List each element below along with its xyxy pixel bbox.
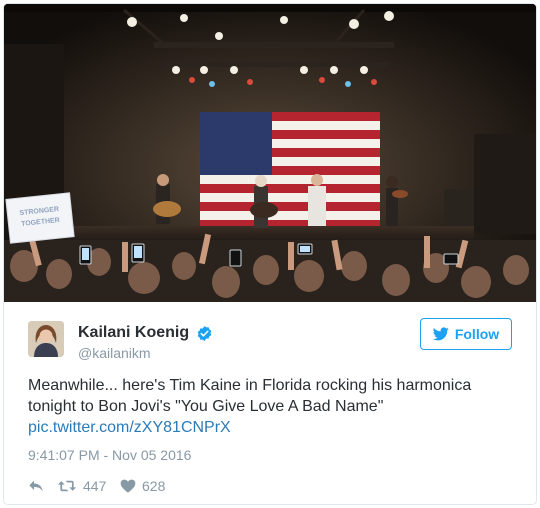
concert-photo-illustration: STRONGER TOGETHER [4, 4, 536, 302]
reply-button[interactable] [28, 476, 44, 496]
follow-button[interactable]: Follow [420, 318, 512, 350]
heart-icon [120, 479, 136, 493]
tweet-photo[interactable]: STRONGER TOGETHER [4, 4, 536, 302]
tweet-text: Meanwhile... here's Tim Kaine in Florida… [28, 375, 518, 417]
twitter-bird-icon [432, 327, 449, 341]
tweet-text-line: Meanwhile... here's Tim Kaine in Florida… [28, 377, 472, 394]
tweet-media-link[interactable]: pic.twitter.com/zXY81CNPrX [28, 419, 231, 437]
avatar[interactable] [28, 321, 64, 357]
author-handle[interactable]: @kailanikm [78, 345, 151, 361]
campaign-sign: STRONGER TOGETHER [5, 192, 75, 244]
verified-badge-icon [197, 326, 212, 341]
follow-label: Follow [454, 326, 500, 342]
tweet-timestamp[interactable]: 9:41:07 PM - Nov 05 2016 [28, 447, 191, 463]
tweet-text-line: tonight to Bon Jovi's "You Give Love A B… [28, 398, 384, 415]
flag-illustration [200, 112, 380, 230]
author-name[interactable]: Kailani Koenig [78, 324, 189, 342]
reply-icon [29, 480, 43, 492]
like-button[interactable]: 628 [120, 476, 165, 496]
avatar-illustration [28, 321, 64, 357]
retweet-count: 447 [83, 478, 107, 494]
crowd-illustration [4, 233, 536, 302]
like-count: 628 [142, 478, 166, 494]
retweet-button[interactable]: 447 [57, 476, 106, 496]
tweet-card: STRONGER TOGETHER Kailani Koenig @kailan… [3, 3, 537, 505]
retweet-icon [57, 480, 77, 492]
